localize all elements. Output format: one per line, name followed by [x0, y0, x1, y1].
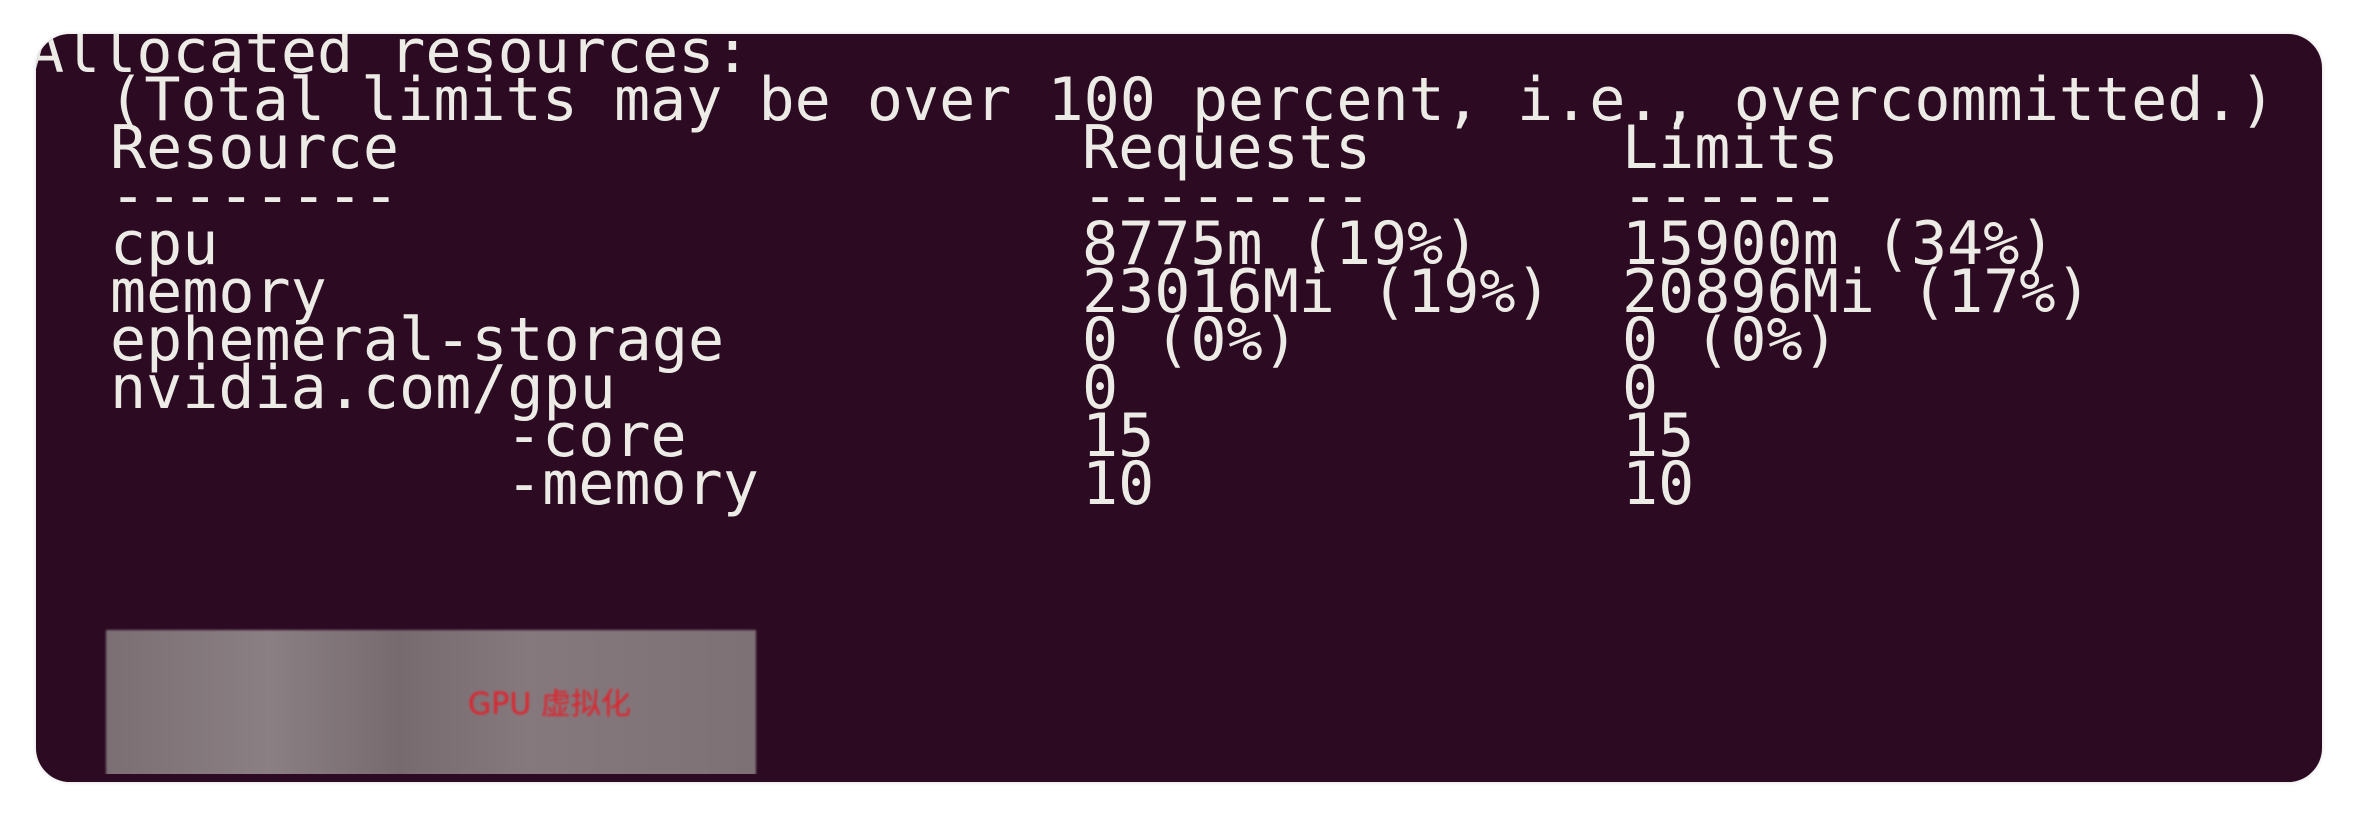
resource-limits: 10: [1622, 449, 1695, 519]
redaction-box: GPU 虚拟化: [106, 630, 756, 778]
resource-requests: 10: [1082, 449, 1155, 519]
terminal-window: Allocated resources: (Total limits may b…: [36, 34, 2322, 782]
redaction-label: GPU 虚拟化: [468, 687, 631, 722]
resource-name: -memory: [506, 449, 759, 519]
terminal-bottom-edge: [36, 774, 2322, 782]
table-row: -memory 10 10: [36, 448, 2322, 520]
